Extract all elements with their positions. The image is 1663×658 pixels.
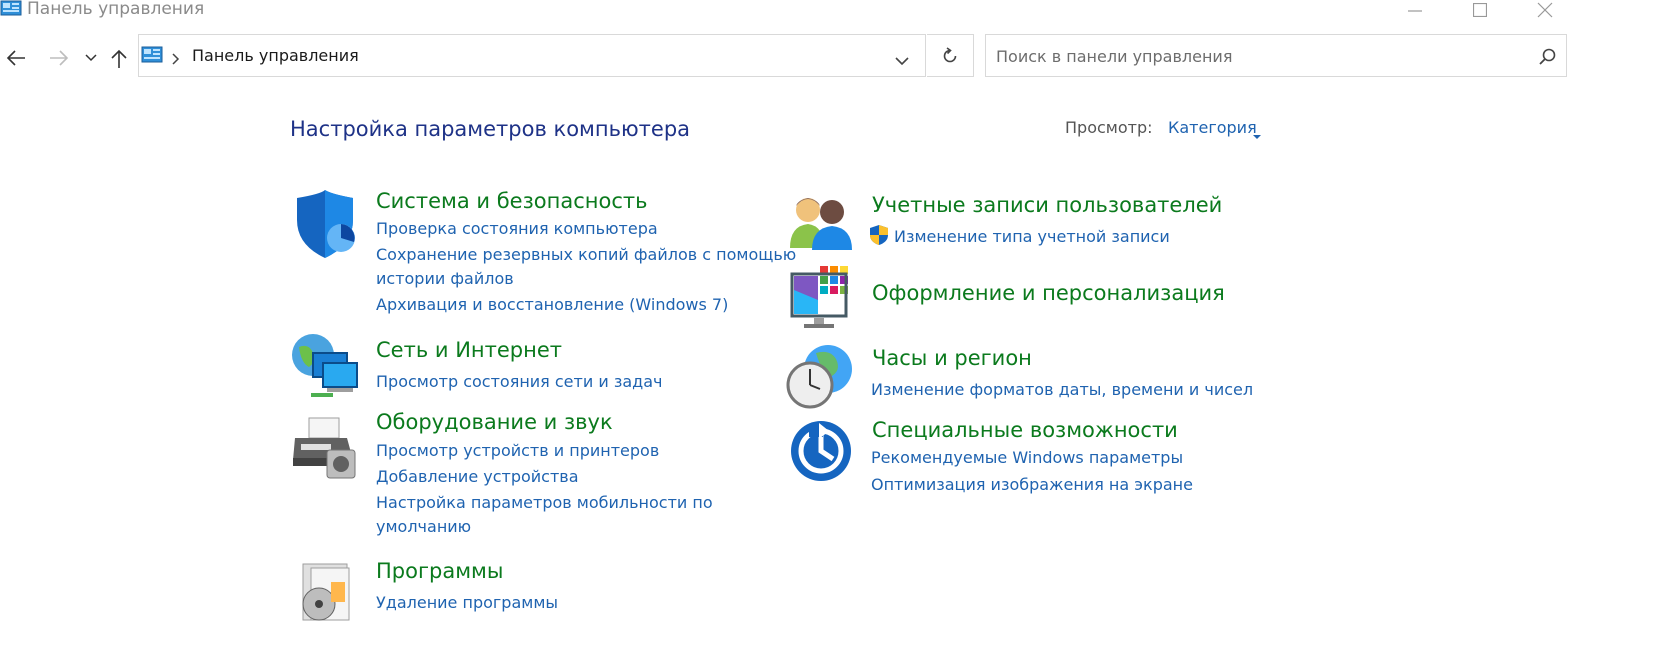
link-uninstall-program[interactable]: Удаление программы	[376, 593, 558, 613]
chevron-down-icon	[895, 57, 909, 66]
maximize-button[interactable]	[1457, 0, 1503, 20]
link-mobility-settings[interactable]: Настройка параметров мобильности по	[376, 493, 713, 513]
link-check-computer-status[interactable]: Проверка состояния компьютера	[376, 219, 658, 239]
search-placeholder: Поиск в панели управления	[996, 47, 1233, 66]
page-heading: Настройка параметров компьютера	[290, 117, 691, 141]
link-optimize-display[interactable]: Оптимизация изображения на экране	[871, 475, 1193, 495]
category-clock-region[interactable]: Часы и регион	[872, 345, 1032, 371]
search-icon[interactable]	[1539, 48, 1556, 69]
window-title: Панель управления	[27, 0, 205, 19]
chevron-down-icon	[85, 54, 97, 62]
forward-button[interactable]	[45, 44, 73, 72]
control-panel-app-icon	[0, 0, 22, 16]
link-file-history-backup[interactable]: Сохранение резервных копий файлов с помо…	[376, 245, 796, 265]
refresh-icon	[943, 46, 957, 62]
link-add-device[interactable]: Добавление устройства	[376, 467, 579, 487]
arrow-left-icon	[6, 50, 25, 66]
arrow-up-icon	[111, 49, 127, 68]
recent-locations-button[interactable]	[82, 44, 100, 72]
network-icon[interactable]	[291, 333, 358, 399]
uac-shield-icon	[869, 224, 889, 250]
category-user-accounts[interactable]: Учетные записи пользователей	[872, 192, 1222, 218]
minimize-icon	[1408, 10, 1422, 12]
shield-icon[interactable]	[291, 190, 357, 258]
view-by-dropdown[interactable]: Категория	[1168, 118, 1257, 138]
link-recommended-settings[interactable]: Рекомендуемые Windows параметры	[871, 448, 1183, 468]
accessibility-icon[interactable]	[789, 419, 855, 485]
link-backup-restore-win7[interactable]: Архивация и восстановление (Windows 7)	[376, 295, 728, 315]
close-icon	[1537, 2, 1553, 18]
category-system-security[interactable]: Система и безопасность	[376, 188, 647, 214]
close-button[interactable]	[1522, 0, 1568, 20]
link-date-time-formats[interactable]: Изменение форматов даты, времени и чисел	[871, 380, 1253, 400]
link-devices-printers[interactable]: Просмотр устройств и принтеров	[376, 441, 659, 461]
category-ease-of-access[interactable]: Специальные возможности	[872, 417, 1178, 443]
category-hardware-sound[interactable]: Оборудование и звук	[376, 409, 613, 435]
view-dropdown-arrow-icon	[1253, 125, 1261, 144]
address-dropdown-button[interactable]	[895, 51, 909, 70]
printer-icon[interactable]	[291, 414, 357, 480]
refresh-button[interactable]	[927, 34, 974, 77]
link-mobility-settings-cont[interactable]: умолчанию	[376, 517, 471, 537]
minimize-button[interactable]	[1392, 0, 1438, 20]
arrow-right-icon	[50, 50, 69, 66]
control-panel-location-icon	[141, 46, 163, 67]
clock-globe-icon[interactable]	[786, 343, 852, 409]
category-appearance-personalization[interactable]: Оформление и персонализация	[872, 280, 1225, 306]
breadcrumb-control-panel[interactable]: Панель управления	[192, 46, 359, 66]
programs-icon[interactable]	[297, 560, 363, 626]
link-network-status[interactable]: Просмотр состояния сети и задач	[376, 372, 662, 392]
category-network-internet[interactable]: Сеть и Интернет	[376, 337, 562, 363]
display-icon[interactable]	[790, 266, 856, 332]
link-change-account-type[interactable]: Изменение типа учетной записи	[894, 227, 1170, 247]
users-icon[interactable]	[788, 192, 854, 258]
maximize-icon	[1473, 3, 1487, 17]
link-file-history-backup-cont[interactable]: истории файлов	[376, 269, 514, 289]
breadcrumb-separator-icon	[172, 50, 180, 69]
category-programs[interactable]: Программы	[376, 558, 503, 584]
view-by-label: Просмотр:	[1065, 118, 1153, 137]
back-button[interactable]	[2, 44, 30, 72]
up-button[interactable]	[106, 44, 132, 72]
